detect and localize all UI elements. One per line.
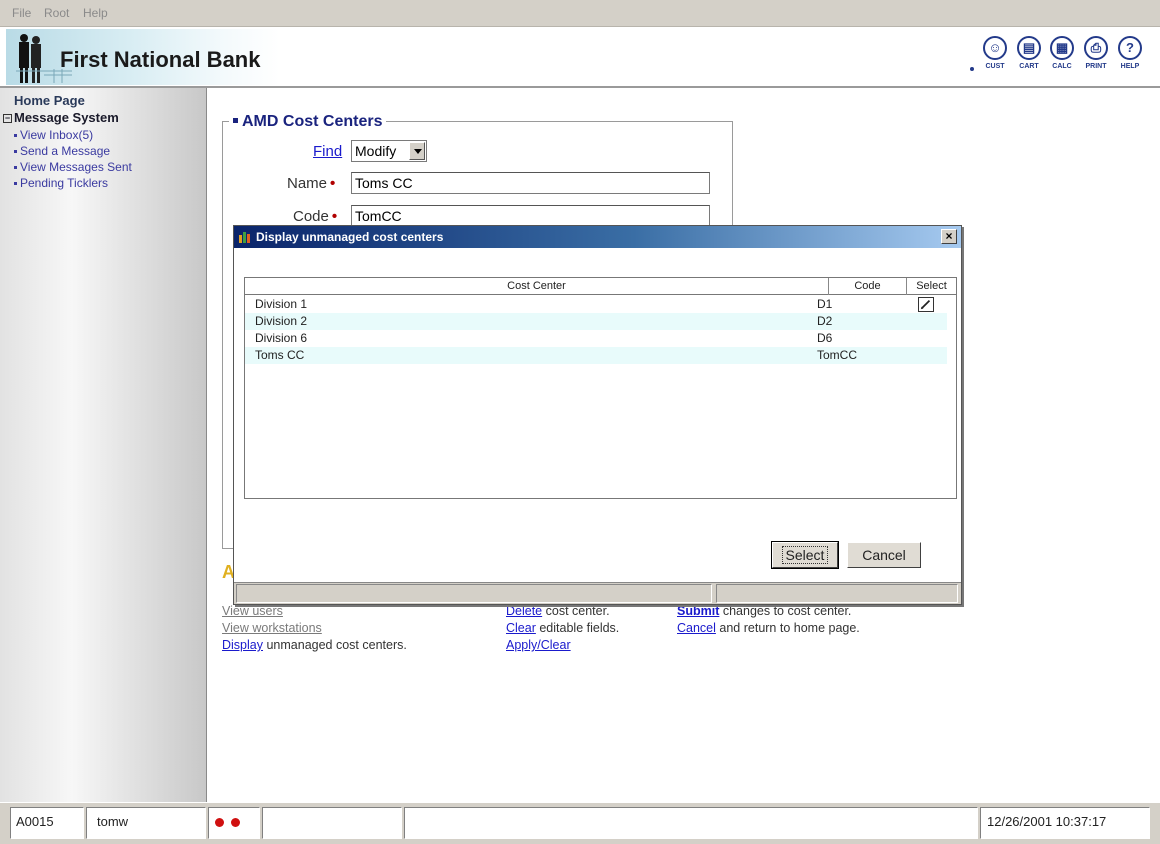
code-field[interactable]: TomCC [351,205,710,227]
code-label: Code • [293,208,338,225]
menu-root[interactable]: Root [44,6,69,20]
dialog-title: Display unmanaged cost centers [256,230,444,244]
name-label: Name • [287,175,336,192]
menu-file[interactable]: File [12,6,31,20]
indicator-pane [208,807,260,839]
app-icon [239,232,250,243]
dialog-status-bar [234,582,961,604]
dialog-status-pane [236,584,712,603]
bank-name: First National Bank [60,47,261,72]
cust-button[interactable]: ☺ CUST [980,36,1010,80]
unmanaged-cost-centers-dialog: Display unmanaged cost centers × Cost Ce… [233,225,962,605]
sidebar-item-view-messages-sent[interactable]: View Messages Sent [14,160,132,174]
table-row[interactable]: Division 1 D1 [245,296,947,313]
print-label: PRINT [1085,63,1107,70]
name-field[interactable]: Toms CC [351,172,710,194]
cart-button[interactable]: ▤ CART [1014,36,1044,80]
mode-select[interactable]: Modify [351,140,427,162]
view-workstations-link[interactable]: View workstations [222,621,322,635]
datetime-display: 12/26/2001 10:37:17 [980,807,1150,839]
edit-pencil-icon[interactable] [918,297,934,312]
select-button[interactable]: Select [771,541,839,569]
cancel-button[interactable]: Cancel [847,542,921,568]
cost-center-name: Division 1 [255,297,308,311]
cust-label: CUST [985,63,1005,70]
sidebar-section-message-system[interactable]: − Message System [3,110,119,125]
cart-label: CART [1019,63,1039,70]
panel-title: AMD Cost Centers [229,113,387,131]
table-row[interactable]: Toms CC TomCC [245,347,947,364]
display-link[interactable]: Display [222,638,263,652]
delete-line: Delete cost center. [506,604,610,618]
app-header: First National Bank ☺ CUST ▤ CART ▦ CALC… [0,27,1160,88]
cost-center-name: Division 6 [255,331,308,345]
bank-logo: First National Bank [6,29,280,85]
cost-center-code: D6 [817,331,833,345]
column-header-cost-center[interactable]: Cost Center [245,278,829,295]
table-row[interactable]: Division 6 D6 [245,330,947,347]
cart-icon: ▤ [1017,36,1041,60]
status-pane [262,807,402,839]
red-status-icon [215,818,224,827]
calc-label: CALC [1052,63,1072,70]
menu-help[interactable]: Help [83,6,108,20]
cancel-line: Cancel and return to home page. [677,621,860,635]
calculator-icon: ▦ [1050,36,1074,60]
sidebar-item-pending-ticklers[interactable]: Pending Ticklers [14,176,108,190]
collapse-icon[interactable]: − [3,114,12,123]
cost-center-name: Toms CC [255,348,305,362]
clear-link[interactable]: Clear [506,621,536,635]
clear-line: Clear editable fields. [506,621,620,635]
column-header-select[interactable]: Select [907,278,956,295]
sidebar-home-link[interactable]: Home Page [14,93,85,108]
close-icon[interactable]: × [941,229,957,244]
help-button[interactable]: ? HELP [1115,36,1145,80]
help-label: HELP [1120,63,1140,70]
column-header-code[interactable]: Code [829,278,907,295]
display-line: Display unmanaged cost centers. [222,638,407,652]
print-button[interactable]: ⎙ PRINT [1081,36,1111,80]
view-users-link[interactable]: View users [222,604,283,618]
submit-line: Submit changes to cost center. [677,604,852,618]
sidebar-item-view-inbox[interactable]: View Inbox(5) [14,128,93,142]
table-header: Cost Center Code Select [245,278,956,295]
cost-center-code: D1 [817,297,833,311]
cancel-link[interactable]: Cancel [677,621,716,635]
sidebar: Home Page − Message System View Inbox(5) … [0,88,207,802]
menu-bar: File Root Help [0,0,1160,27]
cost-center-code: TomCC [817,348,858,362]
sidebar-item-send-message[interactable]: Send a Message [14,144,110,158]
toolbar-dot [970,67,974,71]
calc-button[interactable]: ▦ CALC [1047,36,1077,80]
mode-select-value: Modify [355,143,397,159]
sidebar-section-label: Message System [14,110,119,125]
dropdown-arrow-icon[interactable] [409,142,425,160]
cost-center-code: D2 [817,314,833,328]
customer-icon: ☺ [983,36,1007,60]
table-row[interactable]: Division 2 D2 [245,313,947,330]
account-id-field: A0015 [10,807,84,839]
dialog-title-bar[interactable]: Display unmanaged cost centers × [234,226,961,248]
status-bar: A0015 tomw 12/26/2001 10:37:17 [0,802,1160,844]
red-status-icon [231,818,240,827]
apply-clear-link[interactable]: Apply/Clear [506,638,571,652]
cost-center-table: Cost Center Code Select Division 1 D1 Di… [244,277,957,499]
find-link[interactable]: Find [313,143,342,160]
message-pane [404,807,978,839]
cost-center-name: Division 2 [255,314,308,328]
delete-link[interactable]: Delete [506,604,542,618]
print-icon: ⎙ [1084,36,1108,60]
user-field: tomw [86,807,206,839]
dialog-status-pane [716,584,958,603]
help-icon: ? [1118,36,1142,60]
submit-link[interactable]: Submit [677,604,719,618]
